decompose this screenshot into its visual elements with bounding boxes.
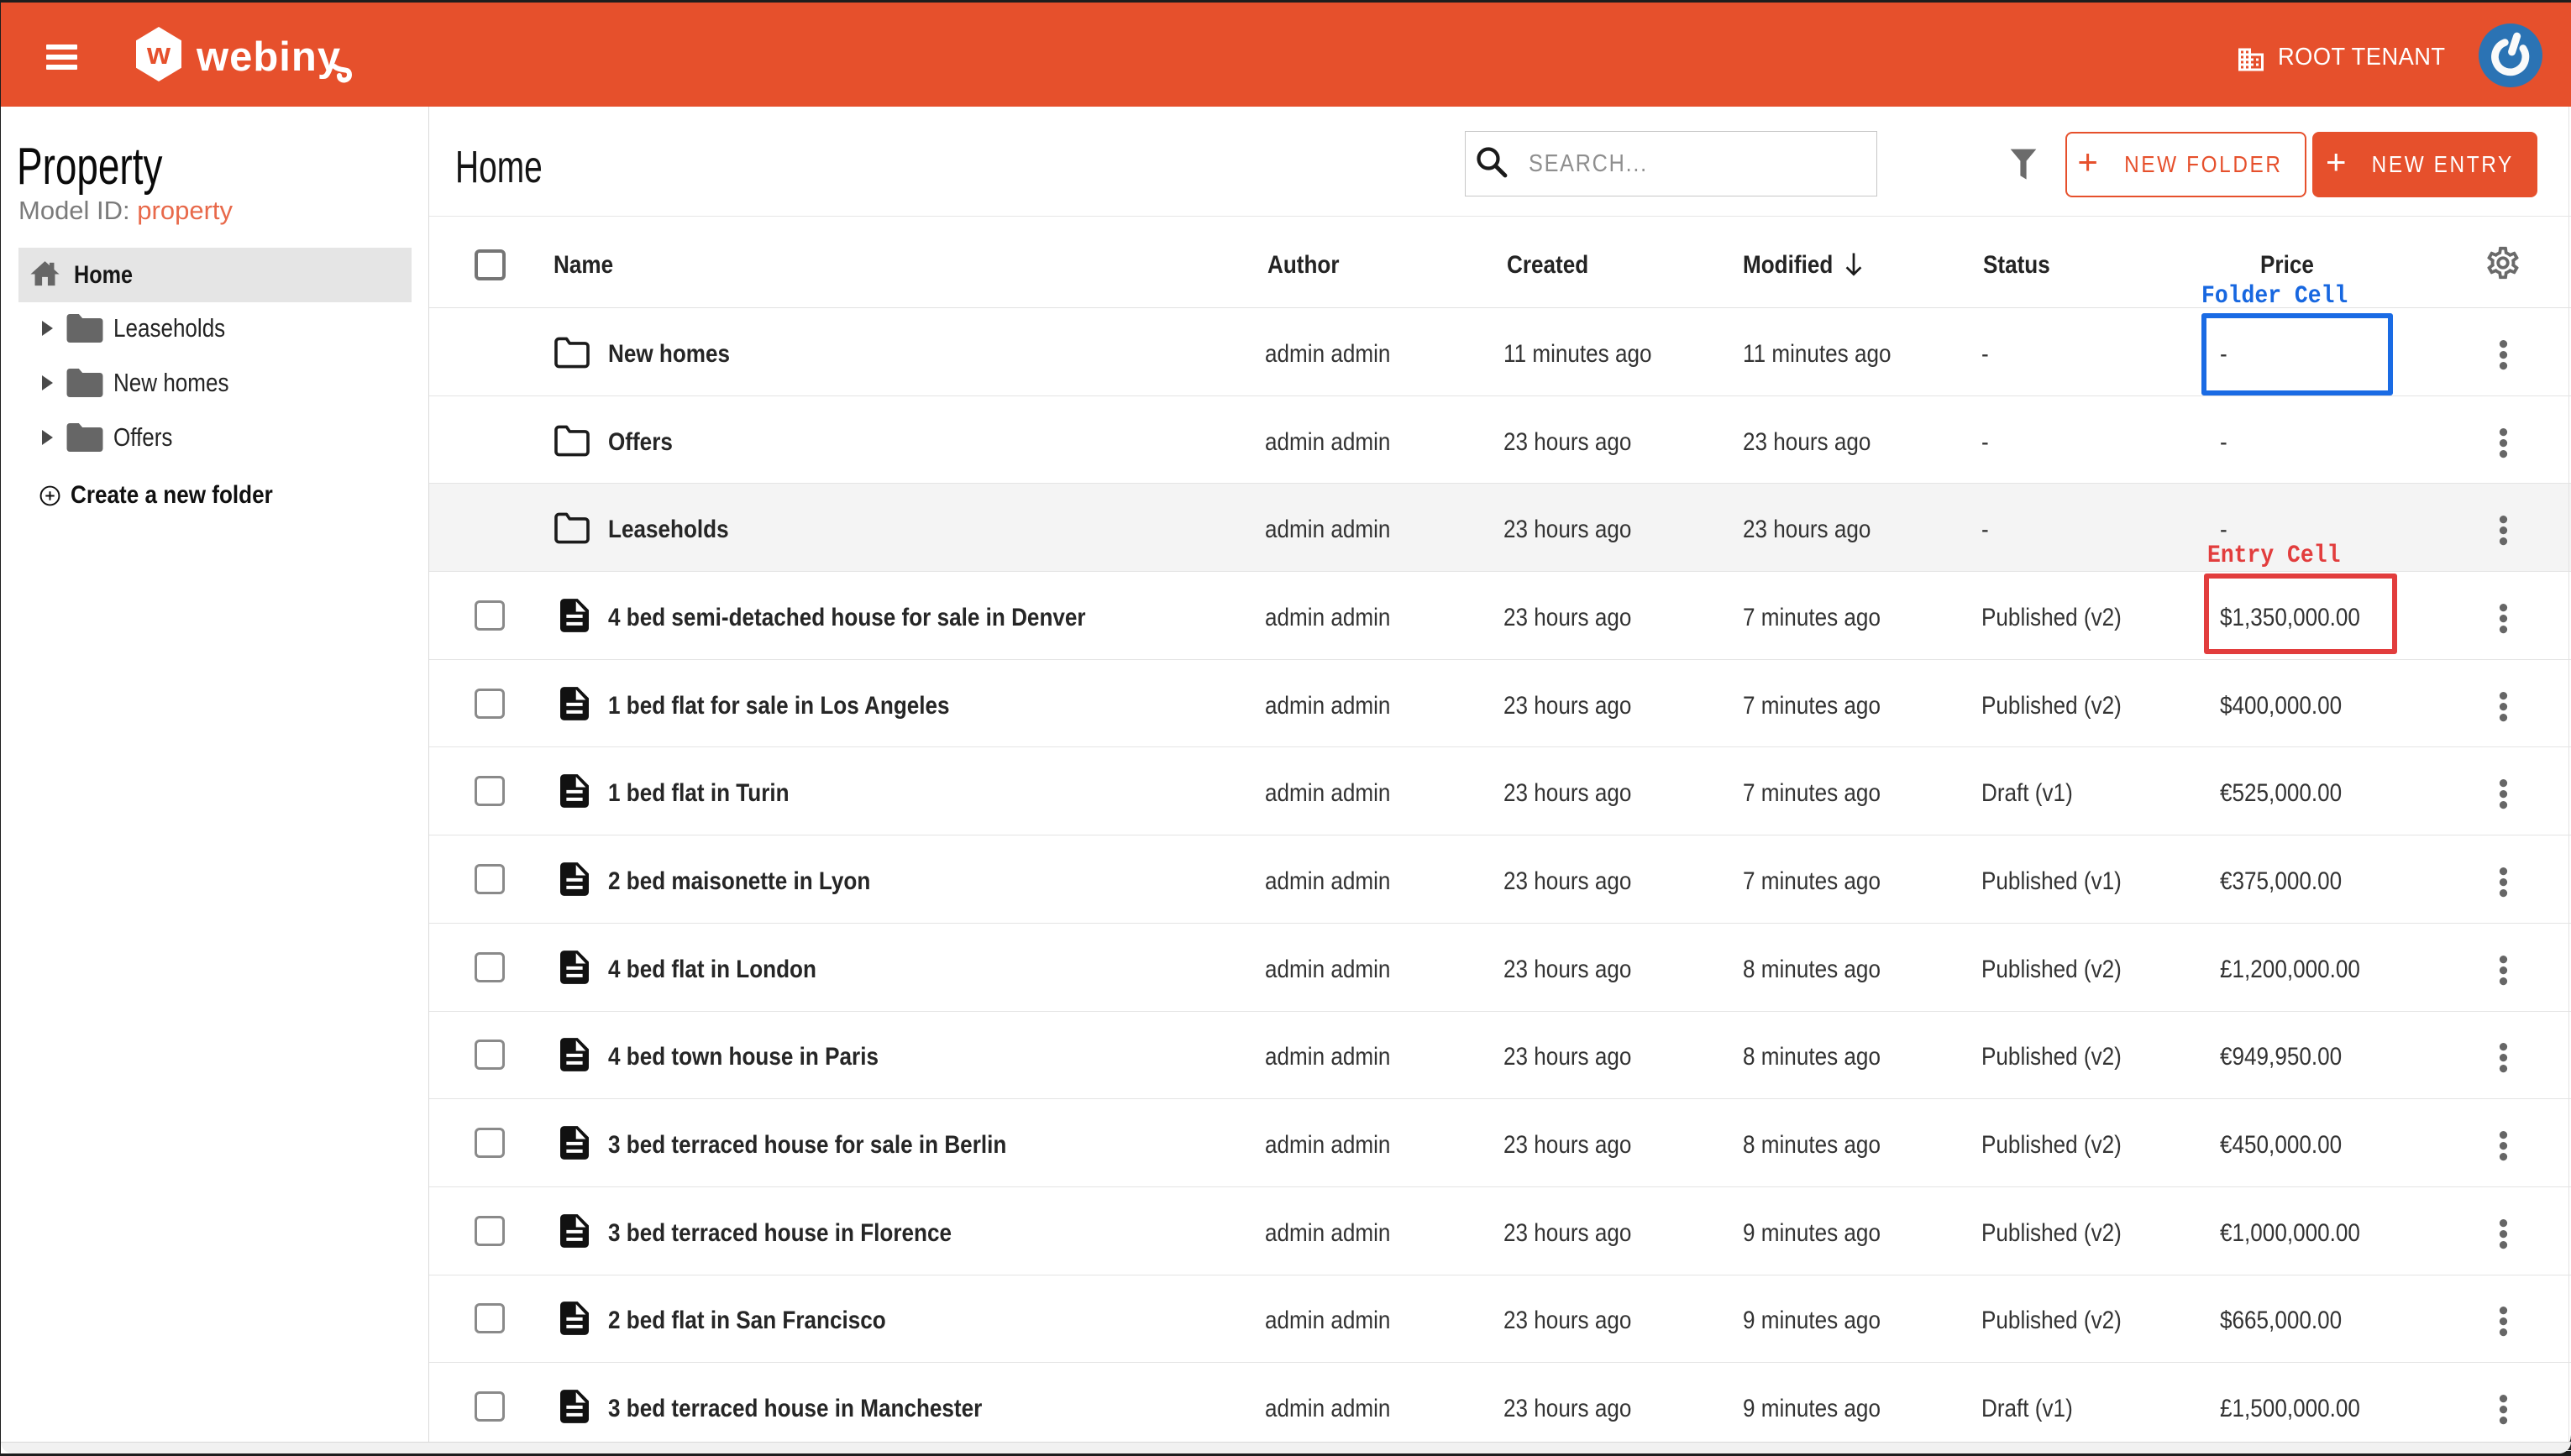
svg-text:w: w <box>146 36 171 71</box>
